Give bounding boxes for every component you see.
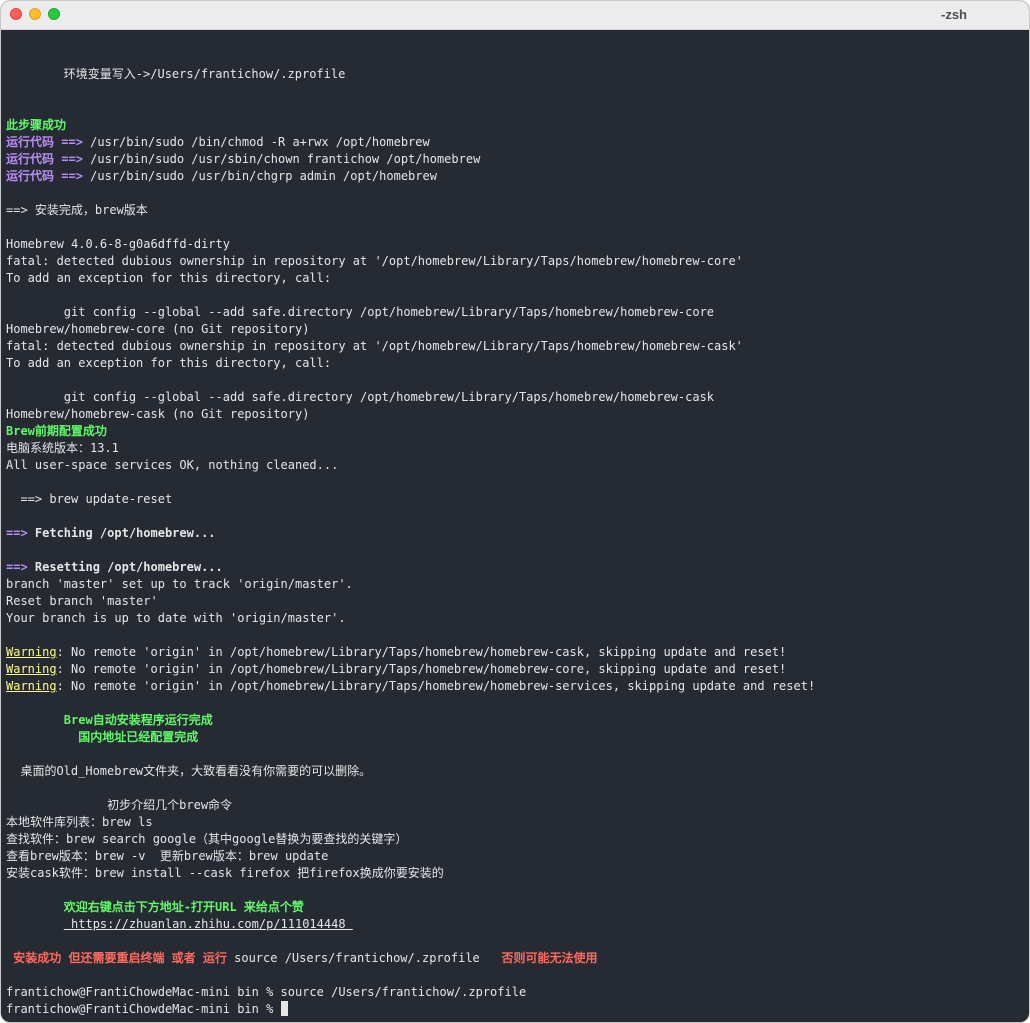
output-line: Your branch is up to date with 'origin/m… bbox=[6, 611, 346, 625]
terminal-window: -zsh 环境变量写入->/Users/frantichow/.zprofile… bbox=[0, 0, 1030, 1023]
output-line: 欢迎右键点击下方地址-打开URL 来给点个赞 bbox=[6, 900, 304, 914]
output-line: 初步介绍几个brew命令 bbox=[6, 798, 233, 812]
output-line: Reset branch 'master' bbox=[6, 594, 158, 608]
output-line: Warning: No remote 'origin' in /opt/home… bbox=[6, 662, 787, 676]
output-line: 运行代码 ==> /usr/bin/sudo /usr/bin/chgrp ad… bbox=[6, 169, 437, 183]
minimize-button[interactable] bbox=[29, 8, 41, 20]
output-line: 此步骤成功 bbox=[6, 118, 67, 132]
output-line: git config --global --add safe.directory… bbox=[6, 305, 715, 319]
output-line: 运行代码 ==> /usr/bin/sudo /usr/sbin/chown f… bbox=[6, 152, 481, 166]
output-line: To add an exception for this directory, … bbox=[6, 356, 332, 370]
output-line: 桌面的Old_Homebrew文件夹，大致看看没有你需要的可以删除。 bbox=[6, 764, 372, 778]
output-line: 查看brew版本：brew -v 更新brew版本：brew update bbox=[6, 849, 329, 863]
zoom-button[interactable] bbox=[48, 8, 60, 20]
output-line: branch 'master' set up to track 'origin/… bbox=[6, 577, 353, 591]
output-line: 运行代码 ==> /usr/bin/sudo /bin/chmod -R a+r… bbox=[6, 135, 430, 149]
output-line: 电脑系统版本：13.1 bbox=[6, 441, 119, 455]
output-line: 环境变量写入->/Users/frantichow/.zprofile bbox=[6, 67, 346, 81]
output-line: Homebrew 4.0.6-8-g0a6dffd-dirty bbox=[6, 237, 230, 251]
output-line: ==> Resetting /opt/homebrew... bbox=[6, 560, 223, 574]
warning-label: Warning bbox=[6, 679, 57, 693]
output-line: git config --global --add safe.directory… bbox=[6, 390, 715, 404]
output-line: Warning: No remote 'origin' in /opt/home… bbox=[6, 645, 787, 659]
output-line: ==> brew update-reset bbox=[6, 492, 173, 506]
output-line: 查找软件：brew search google（其中google替换为要查找的关… bbox=[6, 832, 408, 846]
output-line: 安装成功 但还需要重启终端 或者 运行 source /Users/franti… bbox=[6, 951, 598, 965]
terminal-output[interactable]: 环境变量写入->/Users/frantichow/.zprofile 此步骤成… bbox=[1, 30, 1029, 1022]
output-line: 安装cask软件：brew install --cask firefox 把fi… bbox=[6, 866, 444, 880]
cursor-block bbox=[280, 1001, 288, 1016]
prompt-line[interactable]: frantichow@FrantiChowdeMac-mini bin % bbox=[6, 1001, 1024, 1018]
warning-label: Warning bbox=[6, 662, 57, 676]
window-title: -zsh bbox=[941, 7, 967, 22]
output-line: https://zhuanlan.zhihu.com/p/111014448 bbox=[6, 916, 1024, 933]
output-line: fatal: detected dubious ownership in rep… bbox=[6, 339, 743, 353]
zhihu-url-link[interactable]: https://zhuanlan.zhihu.com/p/111014448 bbox=[64, 917, 353, 931]
output-line: All user-space services OK, nothing clea… bbox=[6, 458, 339, 472]
output-line: To add an exception for this directory, … bbox=[6, 271, 332, 285]
title-bar[interactable]: -zsh bbox=[1, 1, 1029, 30]
output-line: ==> 安装完成，brew版本 bbox=[6, 203, 148, 217]
output-line: fatal: detected dubious ownership in rep… bbox=[6, 254, 743, 268]
output-line: Warning: No remote 'origin' in /opt/home… bbox=[6, 679, 816, 693]
warning-label: Warning bbox=[6, 645, 57, 659]
output-line: 本地软件库列表：brew ls bbox=[6, 815, 153, 829]
close-button[interactable] bbox=[10, 8, 22, 20]
output-line: Brew自动安装程序运行完成 bbox=[6, 713, 213, 727]
output-line: Homebrew/homebrew-cask (no Git repositor… bbox=[6, 407, 310, 421]
output-line: Brew前期配置成功 bbox=[6, 424, 107, 438]
prompt-line: frantichow@FrantiChowdeMac-mini bin % so… bbox=[6, 985, 527, 999]
output-line: 国内地址已经配置完成 bbox=[6, 730, 199, 744]
output-line: Homebrew/homebrew-core (no Git repositor… bbox=[6, 322, 310, 336]
output-line: ==> Fetching /opt/homebrew... bbox=[6, 526, 216, 540]
